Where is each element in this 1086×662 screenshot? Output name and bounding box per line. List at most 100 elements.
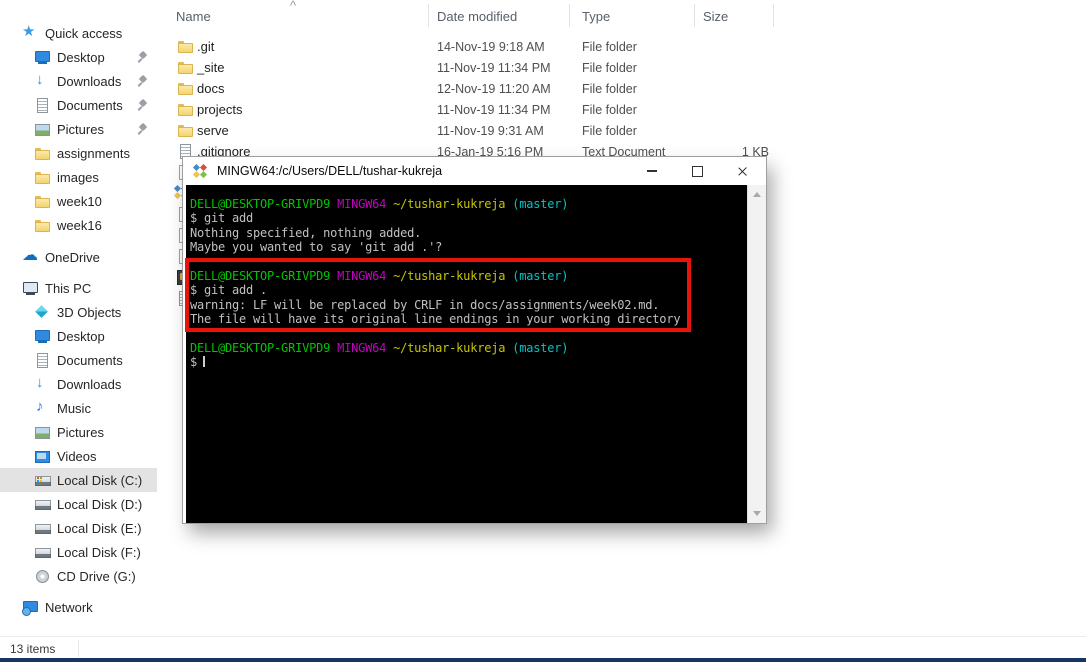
sidebar-item-label: Local Disk (F:) [57,544,141,560]
sidebar-item-quick-access[interactable]: Quick access [0,21,157,45]
file-row[interactable]: .git 14-Nov-19 9:18 AM File folder [157,36,1086,57]
terminal-scrollbar[interactable] [747,185,766,523]
sidebar-item-documents[interactable]: Documents [0,93,157,117]
close-icon [737,166,748,177]
sidebar-item-desktop-pc[interactable]: Desktop [0,324,157,348]
desktop-icon [34,328,51,344]
sidebar-item-onedrive[interactable]: OneDrive [0,245,157,269]
sidebar-item-documents-pc[interactable]: Documents [0,348,157,372]
sidebar-item-week16[interactable]: week16 [0,213,157,237]
downloads-icon [34,374,51,392]
file-row[interactable]: docs 12-Nov-19 11:20 AM File folder [157,78,1086,99]
column-header-name[interactable]: Name [176,9,211,24]
sidebar-item-assignments[interactable]: assignments [0,141,157,165]
prompt-path: ~/tushar-kukreja [393,340,506,355]
local-disk-icon [34,544,51,560]
cd-drive-icon [34,568,51,584]
sidebar-item-week10[interactable]: week10 [0,189,157,213]
folder-icon [177,101,194,117]
file-list: .git 14-Nov-19 9:18 AM File folder _site… [157,36,1086,162]
sidebar-item-label: Network [45,599,93,615]
sidebar-item-label: Local Disk (E:) [57,520,142,536]
prompt-host: MINGW64 [337,197,387,211]
sidebar-item-local-disk-d[interactable]: Local Disk (D:) [0,492,157,516]
scroll-down-icon[interactable] [753,511,761,516]
file-row[interactable]: _site 11-Nov-19 11:34 PM File folder [157,57,1086,78]
sidebar-item-label: assignments [57,145,130,161]
sidebar-item-label: Local Disk (D:) [57,496,143,512]
sidebar-item-label: This PC [45,280,92,296]
sidebar-item-desktop[interactable]: Desktop [0,45,157,69]
network-icon [22,599,39,616]
column-divider[interactable] [428,4,429,27]
sidebar-item-network[interactable]: Network [0,595,157,619]
column-divider[interactable] [569,4,570,27]
file-row[interactable]: projects 11-Nov-19 11:34 PM File folder [157,99,1086,120]
folder-icon [177,59,194,75]
column-header-size[interactable]: Size [703,9,728,24]
minimize-button[interactable] [629,157,674,185]
sidebar-item-local-disk-e[interactable]: Local Disk (E:) [0,516,157,540]
minimize-icon [646,170,657,172]
sidebar-item-pictures-pc[interactable]: Pictures [0,420,157,444]
file-date-label: 14-Nov-19 9:18 AM [437,40,545,54]
scroll-up-icon[interactable] [753,192,761,197]
file-type-label: File folder [582,61,637,75]
file-date-label: 11-Nov-19 11:34 PM [437,61,551,75]
pin-icon [136,97,150,113]
column-header-type[interactable]: Type [582,9,610,24]
column-divider[interactable] [694,4,695,27]
maximize-icon [692,165,703,177]
local-disk-icon [34,520,51,536]
sidebar-item-cd-drive-g[interactable]: CD Drive (G:) [0,564,157,588]
output-line: Nothing specified, nothing added. [190,225,422,240]
sidebar-item-local-disk-c[interactable]: Local Disk (C:) [0,468,157,492]
prompt-user: DELL@DESKTOP-GRIVPD9 [190,340,331,355]
output-line: Maybe you wanted to say 'git add .'? [190,240,443,255]
3d-objects-icon [34,304,51,320]
item-count-label: 13 items [10,642,56,656]
navigation-pane: Quick access Desktop Downloads Documents… [0,21,157,619]
column-header-date-modified[interactable]: Date modified [437,9,517,24]
sidebar-item-this-pc[interactable]: This PC [0,276,157,300]
sidebar-item-label: Downloads [57,376,122,392]
onedrive-icon [22,245,39,265]
folder-icon [34,193,51,209]
sidebar-item-label: Desktop [57,328,105,344]
close-button[interactable] [720,157,765,185]
local-disk-icon [34,472,51,488]
file-name-label: serve [197,123,229,138]
file-name-label: _site [197,60,225,75]
sidebar-item-label: Documents [57,97,123,113]
sidebar-item-label: images [57,169,99,185]
terminal-console[interactable]: DELL@DESKTOP-GRIVPD9 MINGW64 ~/tushar-kukr… [186,185,748,523]
sidebar-item-images[interactable]: images [0,165,157,189]
sidebar-item-3d-objects[interactable]: 3D Objects [0,300,157,324]
sidebar-item-pictures[interactable]: Pictures [0,117,157,141]
prompt-line: DELL@DESKTOP-GRIVPD9 MINGW64 ~/tushar-kukr… [186,341,748,355]
sidebar-item-label: week16 [57,217,102,233]
pin-icon [136,121,150,137]
column-headers: Name ^ Date modified Type Size [157,0,1086,30]
sidebar-item-label: 3D Objects [57,304,122,320]
file-row[interactable]: serve 11-Nov-19 9:31 AM File folder [157,120,1086,141]
folder-icon [177,80,194,96]
sidebar-item-local-disk-f[interactable]: Local Disk (F:) [0,540,157,564]
file-type-label: File folder [582,103,637,117]
command-line: $ git add [190,211,254,226]
sidebar-item-label: Pictures [57,424,104,440]
text-cursor [203,356,206,368]
file-date-label: 12-Nov-19 11:20 AM [437,82,551,96]
maximize-button[interactable] [675,157,720,185]
sidebar-item-label: Pictures [57,121,104,137]
sidebar-item-downloads[interactable]: Downloads [0,69,157,93]
sidebar-item-music[interactable]: Music [0,396,157,420]
column-divider[interactable] [773,4,774,27]
command-line: $ [186,355,748,369]
sidebar-item-downloads-pc[interactable]: Downloads [0,372,157,396]
sidebar-item-label: Videos [57,448,97,464]
sidebar-item-label: Documents [57,352,123,368]
terminal-titlebar[interactable]: MINGW64:/c/Users/DELL/tushar-kukreja [183,157,766,185]
file-type-label: File folder [582,82,637,96]
sidebar-item-videos[interactable]: Videos [0,444,157,468]
